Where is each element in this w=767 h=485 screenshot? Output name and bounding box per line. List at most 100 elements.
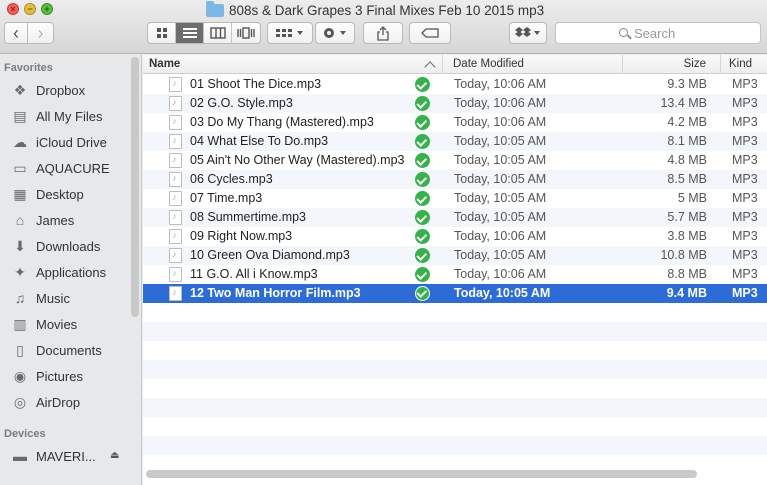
synced-checkmark-icon <box>415 153 430 168</box>
list-view-icon <box>182 28 197 38</box>
movies-icon: ▥ <box>13 315 27 332</box>
empty-row <box>143 417 767 436</box>
file-date-modified: Today, 10:05 AM <box>454 172 547 186</box>
sidebar-item-music[interactable]: ♫ Music <box>0 287 130 309</box>
sidebar-item-pictures[interactable]: ◉ Pictures <box>0 365 130 387</box>
file-name: 08 Summertime.mp3 <box>190 210 307 224</box>
sidebar-item-label: AQUACURE <box>36 160 110 176</box>
mp3-file-icon <box>169 134 182 149</box>
sidebar-item-downloads[interactable]: ⬇ Downloads <box>0 235 130 257</box>
table-row[interactable]: 05 Ain't No Other Way (Mastered).mp3 Toda… <box>143 151 767 170</box>
sidebar-item-icloud-drive[interactable]: ☁ iCloud Drive <box>0 131 130 153</box>
icon-view-button[interactable] <box>148 23 176 43</box>
column-header-name[interactable]: Name <box>143 55 443 74</box>
zoom-window-button[interactable]: + <box>41 3 53 15</box>
file-date-modified: Today, 10:05 AM <box>454 134 547 148</box>
sidebar-item-airdrop[interactable]: ◎ AirDrop <box>0 391 130 413</box>
back-button[interactable]: ‹ <box>4 22 28 44</box>
edit-tags-button[interactable] <box>409 22 451 44</box>
file-size: 4.8 MB <box>667 153 707 167</box>
mp3-file-icon <box>169 153 182 168</box>
table-row[interactable]: 08 Summertime.mp3 Today, 10:05 AM 5.7 MB MP… <box>143 208 767 227</box>
file-size: 10.8 MB <box>660 248 707 262</box>
sidebar-item-aquacure[interactable]: ▭ AQUACURE <box>0 157 130 179</box>
forward-button[interactable]: › <box>28 22 54 44</box>
file-name: 06 Cycles.mp3 <box>190 172 273 186</box>
sidebar-item-all-my-files[interactable]: ▤ All My Files <box>0 105 130 127</box>
close-icon: × <box>10 4 16 14</box>
sidebar-item-label: Dropbox <box>36 82 86 98</box>
folder-icon <box>206 0 224 17</box>
table-row[interactable]: 06 Cycles.mp3 Today, 10:05 AM 8.5 MB MP3 <box>143 170 767 189</box>
minimize-window-button[interactable]: − <box>24 3 36 15</box>
file-date-modified: Today, 10:06 AM <box>454 115 547 129</box>
table-row[interactable]: 09 Right Now.mp3 Today, 10:06 AM 3.8 MB MP3 <box>143 227 767 246</box>
file-kind: MP3 <box>732 96 758 110</box>
search-icon <box>619 28 628 37</box>
table-row[interactable]: 01 Shoot The Dice.mp3 Today, 10:06 AM 9.3 … <box>143 75 767 94</box>
share-button[interactable] <box>363 22 403 44</box>
file-size: 13.4 MB <box>660 96 707 110</box>
table-row[interactable]: 02 G.O. Style.mp3 Today, 10:06 AM 13.4 MB M… <box>143 94 767 113</box>
search-input[interactable] <box>634 26 754 41</box>
table-row[interactable]: 11 G.O. All i Know.mp3 Today, 10:06 AM 8.8… <box>143 265 767 284</box>
column-header-size[interactable]: Size <box>623 55 721 74</box>
window-toolbar: × − + 808s & Dark Grapes 3 Final Mixes F… <box>0 0 767 54</box>
sidebar-item-label: Downloads <box>36 238 101 254</box>
file-name: 01 Shoot The Dice.mp3 <box>190 77 322 91</box>
file-name: 11 G.O. All i Know.mp3 <box>190 267 318 281</box>
file-date-modified: Today, 10:05 AM <box>454 286 551 300</box>
table-row[interactable]: 07 Time.mp3 Today, 10:05 AM 5 MB MP3 <box>143 189 767 208</box>
column-view-button[interactable] <box>204 23 232 43</box>
arrange-button[interactable] <box>267 22 313 44</box>
sidebar-item-applications[interactable]: ✦ Applications <box>0 261 130 283</box>
sidebar-devices-heading: Devices <box>4 428 46 440</box>
tag-icon <box>421 28 439 38</box>
sidebar-item-label: Movies <box>36 316 78 332</box>
file-date-modified: Today, 10:06 AM <box>454 267 547 281</box>
share-icon <box>377 25 389 41</box>
cover-flow-button[interactable] <box>232 23 260 43</box>
dropbox-menu-button[interactable] <box>509 22 547 44</box>
sidebar-item-james[interactable]: ⌂ James <box>0 209 130 231</box>
action-button[interactable] <box>315 22 355 44</box>
chevron-right-icon: › <box>37 23 44 43</box>
sidebar-item-label: James <box>36 212 75 228</box>
table-row[interactable]: 04 What Else To Do.mp3 Today, 10:05 AM 8.1… <box>143 132 767 151</box>
close-window-button[interactable]: × <box>7 3 19 15</box>
sidebar-item-movies[interactable]: ▥ Movies <box>0 313 130 335</box>
search-field[interactable] <box>555 22 761 44</box>
mp3-file-icon <box>169 96 182 111</box>
file-date-modified: Today, 10:06 AM <box>454 96 547 110</box>
table-row[interactable]: 10 Green Ova Diamond.mp3 Today, 10:05 AM 1… <box>143 246 767 265</box>
column-view-icon <box>209 27 226 39</box>
synced-checkmark-icon <box>415 77 430 92</box>
file-date-modified: Today, 10:06 AM <box>454 77 547 91</box>
file-size: 8.8 MB <box>667 267 707 281</box>
column-header-bar: Name Date Modified Size Kind <box>143 55 767 74</box>
camera-icon: ◉ <box>13 367 27 384</box>
table-row[interactable]: 12 Two Man Horror Film.mp3 Today, 10:05 A… <box>143 284 767 303</box>
synced-checkmark-icon <box>415 191 430 206</box>
documents-icon: ▯ <box>16 341 24 358</box>
file-size: 5 MB <box>677 191 707 205</box>
file-date-modified: Today, 10:05 AM <box>454 210 547 224</box>
sidebar-item-documents[interactable]: ▯ Documents <box>0 339 130 361</box>
sidebar-item-dropbox[interactable]: ❖ Dropbox <box>0 79 130 101</box>
sidebar-item-label: Music <box>36 290 70 306</box>
list-view-button[interactable] <box>176 23 204 43</box>
horizontal-scrollbar[interactable] <box>146 470 697 478</box>
eject-icon[interactable]: ⏏ <box>110 450 119 461</box>
table-row[interactable]: 03 Do My Thang (Mastered).mp3 Today, 10:0… <box>143 113 767 132</box>
file-kind: MP3 <box>732 229 758 243</box>
sidebar-scrollbar[interactable] <box>131 57 139 317</box>
column-header-date-modified[interactable]: Date Modified <box>447 55 623 74</box>
column-header-kind[interactable]: Kind <box>723 55 767 74</box>
file-kind: MP3 <box>732 77 758 91</box>
chevron-left-icon: ‹ <box>13 23 19 43</box>
file-date-modified: Today, 10:05 AM <box>454 153 547 167</box>
sidebar-item-label: Applications <box>36 264 107 280</box>
sidebar-item-desktop[interactable]: ▦ Desktop <box>0 183 130 205</box>
sidebar-item-label: Documents <box>36 342 102 358</box>
dropbox-icon <box>515 27 540 37</box>
